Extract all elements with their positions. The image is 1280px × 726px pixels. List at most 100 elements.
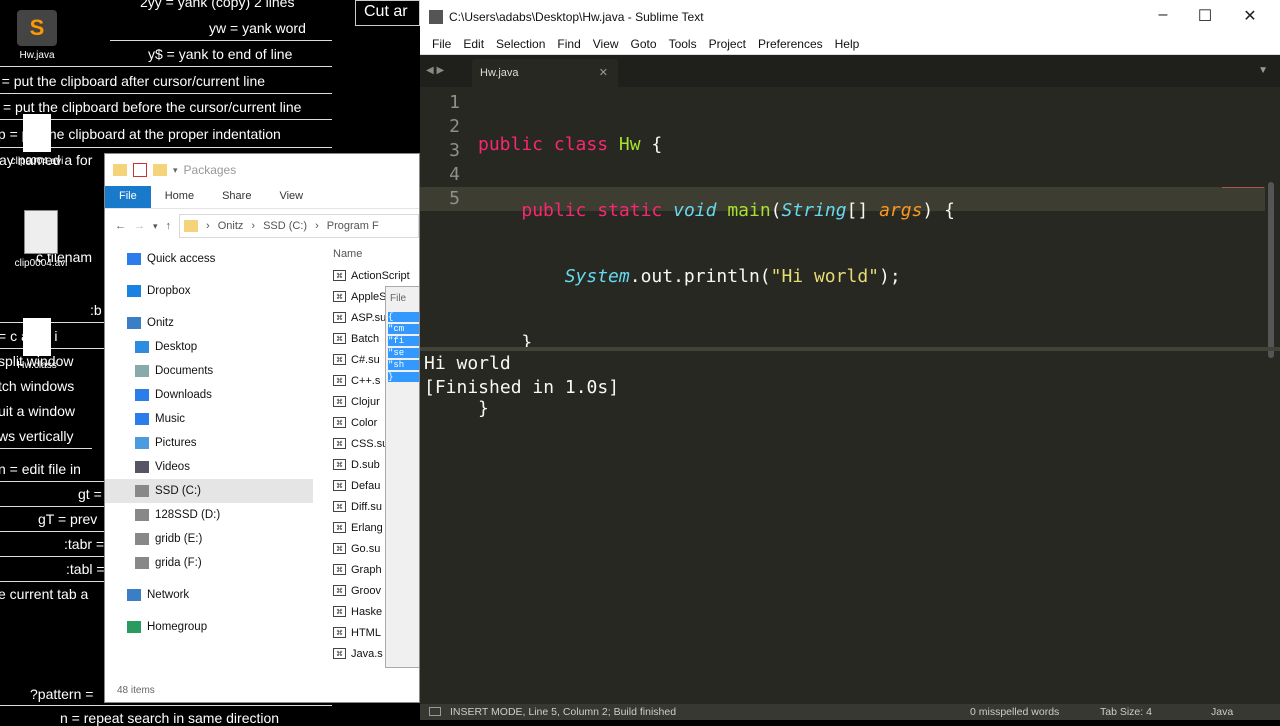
file-name: D.sub bbox=[351, 458, 380, 471]
file-name: Graph bbox=[351, 563, 382, 576]
nav-item[interactable]: SSD (C:) bbox=[105, 479, 313, 503]
nav-item[interactable]: Network bbox=[105, 583, 313, 607]
menu-item-help[interactable]: Help bbox=[829, 37, 866, 51]
nav-item[interactable]: gridb (E:) bbox=[105, 527, 313, 551]
nav-item[interactable]: grida (F:) bbox=[105, 551, 313, 575]
token-member: .out. bbox=[629, 266, 684, 287]
close-tab-icon[interactable]: ✕ bbox=[599, 66, 608, 79]
menu-item-project[interactable]: Project bbox=[703, 37, 752, 51]
minimap[interactable] bbox=[1222, 177, 1264, 188]
build-output-panel[interactable]: Hi world [Finished in 1.0s] bbox=[420, 352, 1280, 702]
cheatsheet-line: gt = bbox=[78, 486, 102, 502]
computer-icon bbox=[127, 317, 141, 329]
nav-item[interactable]: Desktop bbox=[105, 335, 313, 359]
menu-item-selection[interactable]: Selection bbox=[490, 37, 551, 51]
menu-item-find[interactable]: Find bbox=[551, 37, 586, 51]
tab-dropdown-icon[interactable]: ▼ bbox=[1258, 65, 1268, 76]
nav-item[interactable]: Onitz bbox=[105, 311, 313, 335]
code-line-3: System.out.println("Hi world"); bbox=[478, 265, 955, 289]
cheatsheet-divider bbox=[0, 93, 332, 94]
menu-item-view[interactable]: View bbox=[587, 37, 625, 51]
column-header-name[interactable]: Name bbox=[333, 243, 419, 265]
selected-text-line: "sh bbox=[388, 360, 419, 370]
package-file-icon: ⌘ bbox=[333, 396, 346, 407]
breadcrumb-separator-icon: › bbox=[251, 220, 256, 232]
desktop-icon-clip-avi[interactable]: clip0004.avi bbox=[2, 114, 72, 167]
file-row[interactable]: ⌘ ActionScript bbox=[333, 265, 419, 286]
package-file-icon: ⌘ bbox=[333, 627, 346, 638]
nav-item[interactable]: Documents bbox=[105, 359, 313, 383]
file-name: C#.su bbox=[351, 353, 380, 366]
status-syntax[interactable]: Java bbox=[1211, 706, 1233, 718]
ribbon-tab-home[interactable]: Home bbox=[151, 186, 208, 208]
breadcrumb-item[interactable]: Program F bbox=[327, 220, 379, 232]
minimize-icon[interactable]: – bbox=[1153, 6, 1173, 24]
code-editor[interactable]: 1 2 3 4 5 public class Hw { public static vo… bbox=[420, 87, 1280, 419]
status-spellcheck[interactable]: 0 misspelled words bbox=[970, 706, 1059, 718]
cheatsheet-line: 2yy = yank (copy) 2 lines bbox=[140, 0, 295, 10]
panel-toggle-icon[interactable] bbox=[429, 707, 441, 716]
package-file-icon: ⌘ bbox=[333, 480, 346, 491]
tab-scroll-arrows-icon[interactable]: ◀ ▶ bbox=[426, 65, 444, 76]
cheatsheet-line: n = repeat search in same direction bbox=[60, 710, 280, 726]
background-editor-window[interactable]: File {"cm "fi "se "sh} bbox=[385, 286, 419, 668]
package-file-icon: ⌘ bbox=[333, 501, 346, 512]
desktop-icon-hw-class[interactable]: Hw.class bbox=[2, 318, 72, 371]
recent-locations-icon[interactable]: ▾ bbox=[153, 221, 158, 232]
menu-item-tools[interactable]: Tools bbox=[663, 37, 703, 51]
menu-item-preferences[interactable]: Preferences bbox=[752, 37, 829, 51]
menu-item-goto[interactable]: Goto bbox=[625, 37, 663, 51]
output-panel-divider[interactable] bbox=[420, 347, 1280, 351]
nav-item-label: Dropbox bbox=[147, 285, 191, 297]
nav-item[interactable]: Quick access bbox=[105, 247, 313, 271]
breadcrumb-item[interactable]: Onitz bbox=[218, 220, 244, 232]
new-folder-icon[interactable] bbox=[153, 164, 167, 176]
token-keyword: public bbox=[478, 134, 544, 155]
file-name: CSS.su bbox=[351, 437, 389, 450]
tab-hw-java[interactable]: Hw.java ✕ bbox=[472, 59, 618, 87]
up-arrow-icon[interactable]: ↑ bbox=[166, 220, 172, 232]
ribbon-tab-share[interactable]: Share bbox=[208, 186, 265, 208]
nav-item[interactable]: Homegroup bbox=[105, 615, 313, 639]
token-argument: args bbox=[879, 200, 923, 221]
menu-item-file[interactable]: File bbox=[426, 37, 457, 51]
token-class-name: Hw bbox=[618, 134, 641, 155]
output-line: [Finished in 1.0s] bbox=[424, 377, 620, 398]
desktop-icon-label: clip0004.avi bbox=[14, 258, 68, 269]
ribbon-tab-file[interactable]: File bbox=[105, 186, 151, 208]
line-number: 1 bbox=[449, 92, 460, 113]
forward-arrow-icon[interactable]: → bbox=[134, 220, 145, 232]
desktop-icon-hw-java[interactable]: S Hw.java bbox=[2, 10, 72, 61]
file-name: Batch bbox=[351, 332, 380, 345]
menu-item-edit[interactable]: Edit bbox=[457, 37, 490, 51]
nav-item[interactable]: Downloads bbox=[105, 383, 313, 407]
maximize-icon[interactable]: ☐ bbox=[1195, 6, 1215, 26]
nav-item[interactable]: Music bbox=[105, 407, 313, 431]
nav-item-label: Music bbox=[155, 413, 186, 425]
sublime-logo-icon bbox=[429, 10, 443, 24]
token-punct: ) { bbox=[922, 200, 955, 221]
output-line: Hi world bbox=[424, 353, 511, 374]
nav-item[interactable]: 128SSD (D:) bbox=[105, 503, 313, 527]
file-name: Erlang bbox=[351, 521, 383, 534]
editor-scrollbar[interactable] bbox=[1268, 182, 1274, 358]
close-icon[interactable]: ✕ bbox=[1240, 6, 1260, 26]
properties-icon[interactable] bbox=[133, 163, 147, 177]
nav-item[interactable]: Dropbox bbox=[105, 279, 313, 303]
breadcrumb-item[interactable]: SSD (C:) bbox=[263, 220, 307, 232]
item-count: 48 items bbox=[117, 685, 155, 696]
ribbon-tab-view[interactable]: View bbox=[265, 186, 317, 208]
token-function: main bbox=[727, 200, 771, 221]
subwindow-menu-file[interactable]: File bbox=[386, 287, 419, 310]
nav-item[interactable]: Pictures bbox=[105, 431, 313, 455]
token-punct: [] bbox=[846, 200, 880, 221]
sublime-text-window: C:\Users\adabs\Desktop\Hw.java - Sublime… bbox=[420, 0, 1280, 720]
breadcrumb[interactable]: › Onitz › SSD (C:) › Program F bbox=[179, 214, 419, 238]
back-arrow-icon[interactable]: ← bbox=[115, 220, 126, 232]
cheatsheet-line: e current tab a bbox=[0, 586, 89, 602]
nav-item[interactable]: Videos bbox=[105, 455, 313, 479]
desktop-icon-clip-video[interactable]: clip0004.avi bbox=[6, 210, 76, 269]
chevron-down-icon[interactable]: ▾ bbox=[173, 165, 178, 176]
status-tab-size[interactable]: Tab Size: 4 bbox=[1100, 706, 1152, 718]
